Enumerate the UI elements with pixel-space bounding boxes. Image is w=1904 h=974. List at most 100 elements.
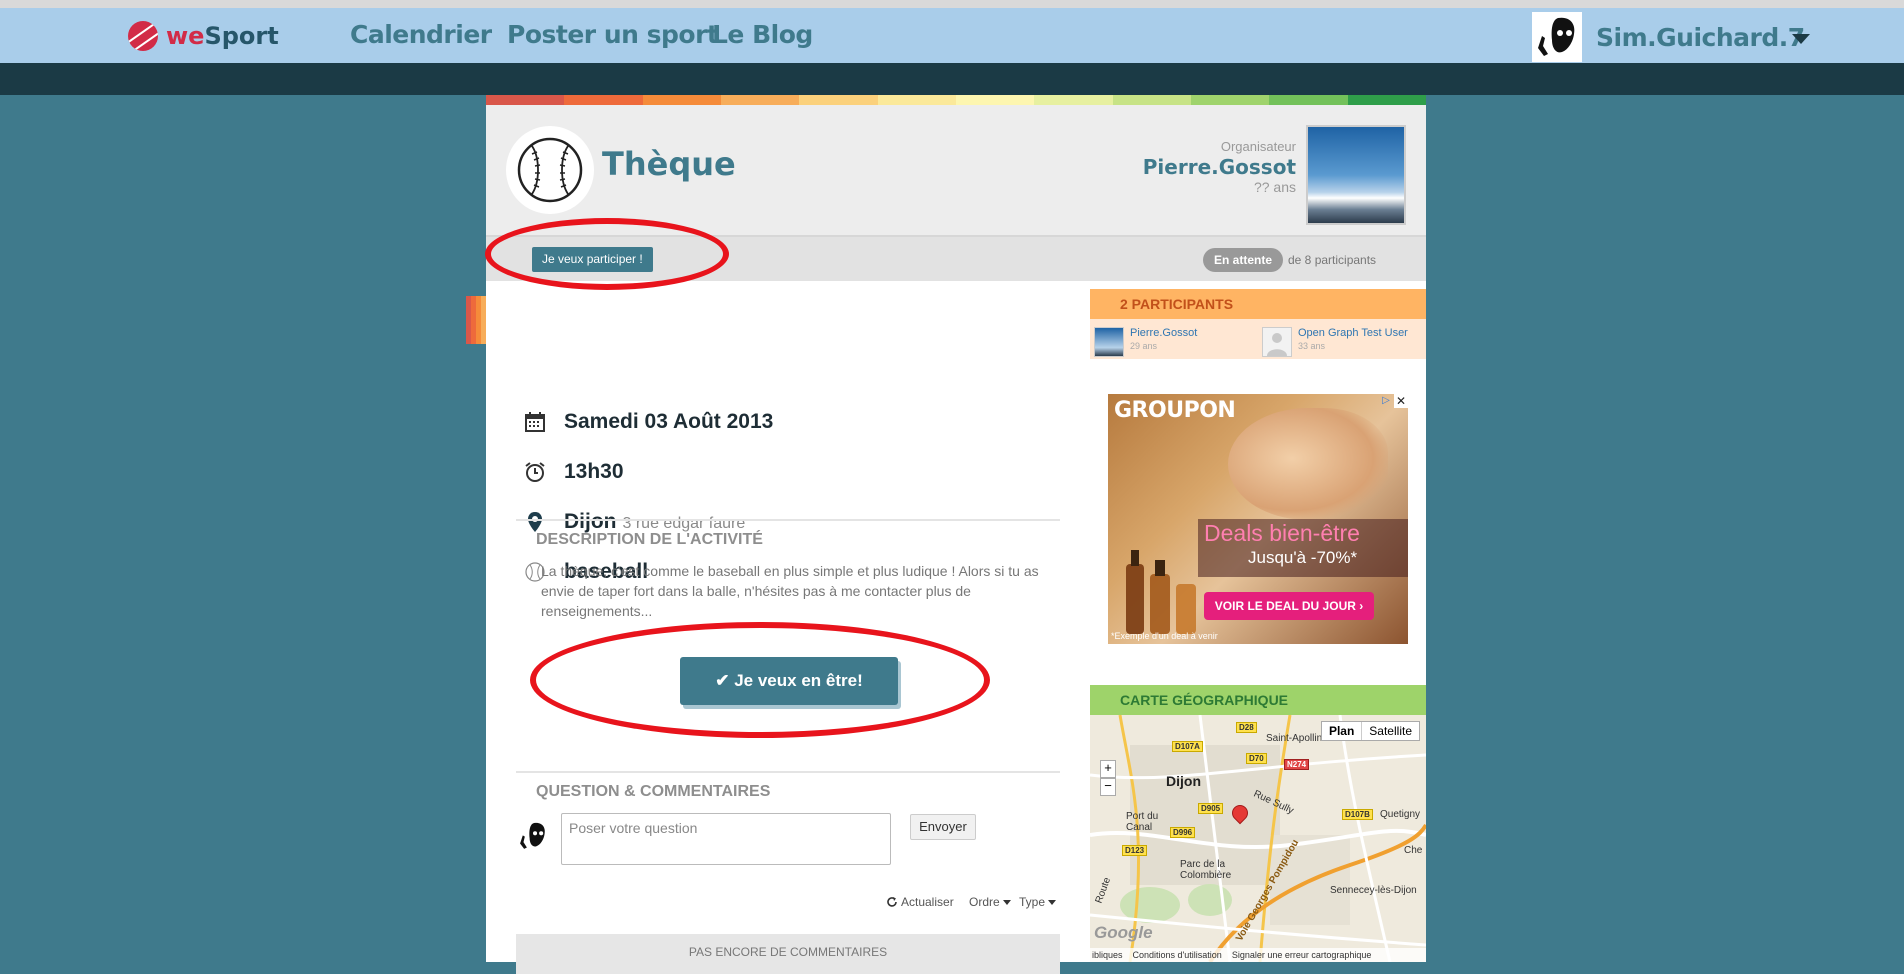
road-label: D996	[1170, 827, 1196, 838]
event-title: Thèque	[602, 145, 736, 183]
ad-headline: Deals bien-être	[1204, 520, 1360, 546]
ad-info-icon[interactable]: ▷	[1380, 395, 1392, 407]
alarm-clock-icon	[524, 461, 546, 483]
participation-bar: Je veux participer ! En attente de 8 par…	[486, 237, 1426, 281]
description-text: La thèque, c'est comme le baseball en pl…	[541, 563, 1039, 619]
caret-down-icon	[1002, 899, 1011, 905]
map-satellite-button[interactable]: Satellite	[1361, 722, 1419, 740]
ad-footnote: *Exemple d'un deal à venir	[1111, 631, 1218, 641]
participants-total: de 8 participants	[1288, 253, 1377, 267]
zoom-in-button[interactable]: +	[1100, 760, 1116, 778]
road-label: D70	[1246, 753, 1267, 764]
ad-cta-button[interactable]: VOIR LE DEAL DU JOUR ›	[1204, 592, 1374, 620]
groupon-ad[interactable]: GROUPON ▷ ✕ Deals bien-être Jusqu'à -70%…	[1108, 394, 1408, 644]
organizer-label: Organisateur	[1220, 139, 1296, 154]
organizer-photo[interactable]	[1306, 125, 1406, 225]
participant-name[interactable]: Pierre.Gossot	[1130, 327, 1197, 340]
refresh-button[interactable]: Actualiser	[886, 895, 954, 909]
browser-top-strip	[0, 0, 1904, 8]
rainbow-segment	[1112, 95, 1191, 105]
nav-link-calendrier[interactable]: Calendrier	[350, 20, 492, 49]
participants-title: 2 PARTICIPANTS	[1090, 289, 1426, 319]
map-zoom-control: + −	[1100, 760, 1116, 796]
event-header: Thèque Organisateur Pierre.Gossot ?? ans	[486, 105, 1426, 237]
send-button[interactable]: Envoyer	[910, 814, 976, 840]
rainbow-segment	[1347, 95, 1426, 105]
participant-item[interactable]: Open Graph Test User 33 ans	[1262, 327, 1408, 357]
map-plan-button[interactable]: Plan	[1322, 722, 1361, 740]
nav-link-le-blog[interactable]: Le Blog	[712, 20, 813, 49]
road-label: D123	[1122, 845, 1148, 856]
participant-age: 33 ans	[1298, 341, 1326, 351]
join-big-button[interactable]: ✔ Je veux en être!	[680, 657, 898, 705]
participant-name[interactable]: Open Graph Test User	[1298, 327, 1408, 340]
event-card: Thèque Organisateur Pierre.Gossot ?? ans…	[486, 105, 1426, 974]
road-label: D107B	[1342, 809, 1373, 820]
organizer-name[interactable]: Pierre.Gossot	[1143, 155, 1296, 179]
rainbow-segment	[564, 95, 643, 105]
map-place-label: Quetigny	[1380, 809, 1421, 820]
rainbow-strip	[486, 95, 1426, 105]
event-time: 13h30	[564, 460, 624, 483]
rainbow-segment	[799, 95, 878, 105]
map-place-label: Port du Canal	[1126, 811, 1159, 833]
wesport-logo[interactable]: weSport	[128, 20, 279, 52]
volleyball-icon	[128, 21, 158, 51]
question-input[interactable]	[561, 813, 891, 865]
road-label: N274	[1284, 759, 1310, 770]
map-terms-link[interactable]: Conditions d'utilisation	[1133, 950, 1222, 960]
map-place-label: Che	[1404, 845, 1423, 856]
commenter-avatar	[516, 819, 550, 853]
rainbow-segment	[642, 95, 721, 105]
ad-subline: Jusqu'à -70%*	[1248, 548, 1358, 567]
nav-link-poster-un-sport[interactable]: Poster un sport	[507, 20, 719, 49]
comments-title: QUESTION & COMMENTAIRES	[536, 783, 771, 800]
organizer-age: ?? ans	[1253, 179, 1296, 195]
event-date-row: Samedi 03 Août 2013	[524, 410, 773, 434]
google-logo: Google	[1094, 923, 1153, 942]
zoom-out-button[interactable]: −	[1100, 778, 1116, 796]
nav-dark-strip	[0, 63, 1904, 95]
order-dropdown[interactable]: Ordre	[969, 895, 1011, 909]
description-title: DESCRIPTION DE L'ACTIVITÉ	[536, 531, 763, 548]
section-divider	[516, 771, 1060, 773]
rainbow-segment	[877, 95, 956, 105]
join-small-button[interactable]: Je veux participer !	[532, 247, 653, 272]
chevron-down-icon[interactable]	[1792, 34, 1810, 44]
map-title: CARTE GÉOGRAPHIQUE	[1090, 685, 1426, 715]
accent-segment	[481, 296, 486, 344]
event-address: 3 rue edgar faure	[622, 515, 746, 532]
rainbow-segment	[1190, 95, 1270, 105]
rainbow-segment	[486, 95, 565, 105]
sport-icon-circle	[506, 126, 594, 214]
calendar-icon	[524, 411, 546, 433]
rainbow-segment	[1269, 95, 1348, 105]
location-map[interactable]: Dijon Saint-Apollinaire Port du Canal Pa…	[1090, 715, 1426, 962]
participant-item[interactable]: Pierre.Gossot 29 ans	[1094, 327, 1197, 357]
participant-age: 29 ans	[1130, 341, 1158, 351]
ad-massage-image	[1228, 408, 1388, 520]
baseball-icon	[517, 137, 583, 203]
user-name[interactable]: Sim.Guichard.7	[1596, 23, 1805, 52]
participants-list: Pierre.Gossot 29 ans Open Graph Test User…	[1090, 319, 1426, 359]
participant-photo[interactable]	[1094, 327, 1124, 357]
rainbow-segment	[1034, 95, 1113, 105]
user-avatar[interactable]	[1532, 12, 1582, 62]
participant-photo[interactable]	[1262, 327, 1292, 357]
user-menu[interactable]: Sim.Guichard.7	[1532, 12, 1805, 62]
brand-name: weSport	[166, 22, 279, 50]
side-color-accent	[466, 296, 486, 344]
road-label: D905	[1198, 803, 1224, 814]
map-report-link[interactable]: Signaler une erreur cartographique	[1232, 950, 1372, 960]
refresh-icon	[887, 897, 897, 907]
rainbow-segment	[720, 95, 800, 105]
section-divider	[516, 519, 1060, 521]
caret-down-icon	[1048, 899, 1057, 905]
type-dropdown[interactable]: Type	[1019, 895, 1057, 909]
map-city-label: Dijon	[1166, 773, 1201, 789]
ad-close-icon[interactable]: ✕	[1394, 394, 1408, 408]
map-footer-link[interactable]: ibliques	[1092, 950, 1123, 960]
ad-brand: GROUPON	[1114, 398, 1236, 423]
map-place-label: Sennecey-lès-Dijon	[1330, 885, 1417, 896]
status-badge: En attente	[1203, 248, 1284, 272]
